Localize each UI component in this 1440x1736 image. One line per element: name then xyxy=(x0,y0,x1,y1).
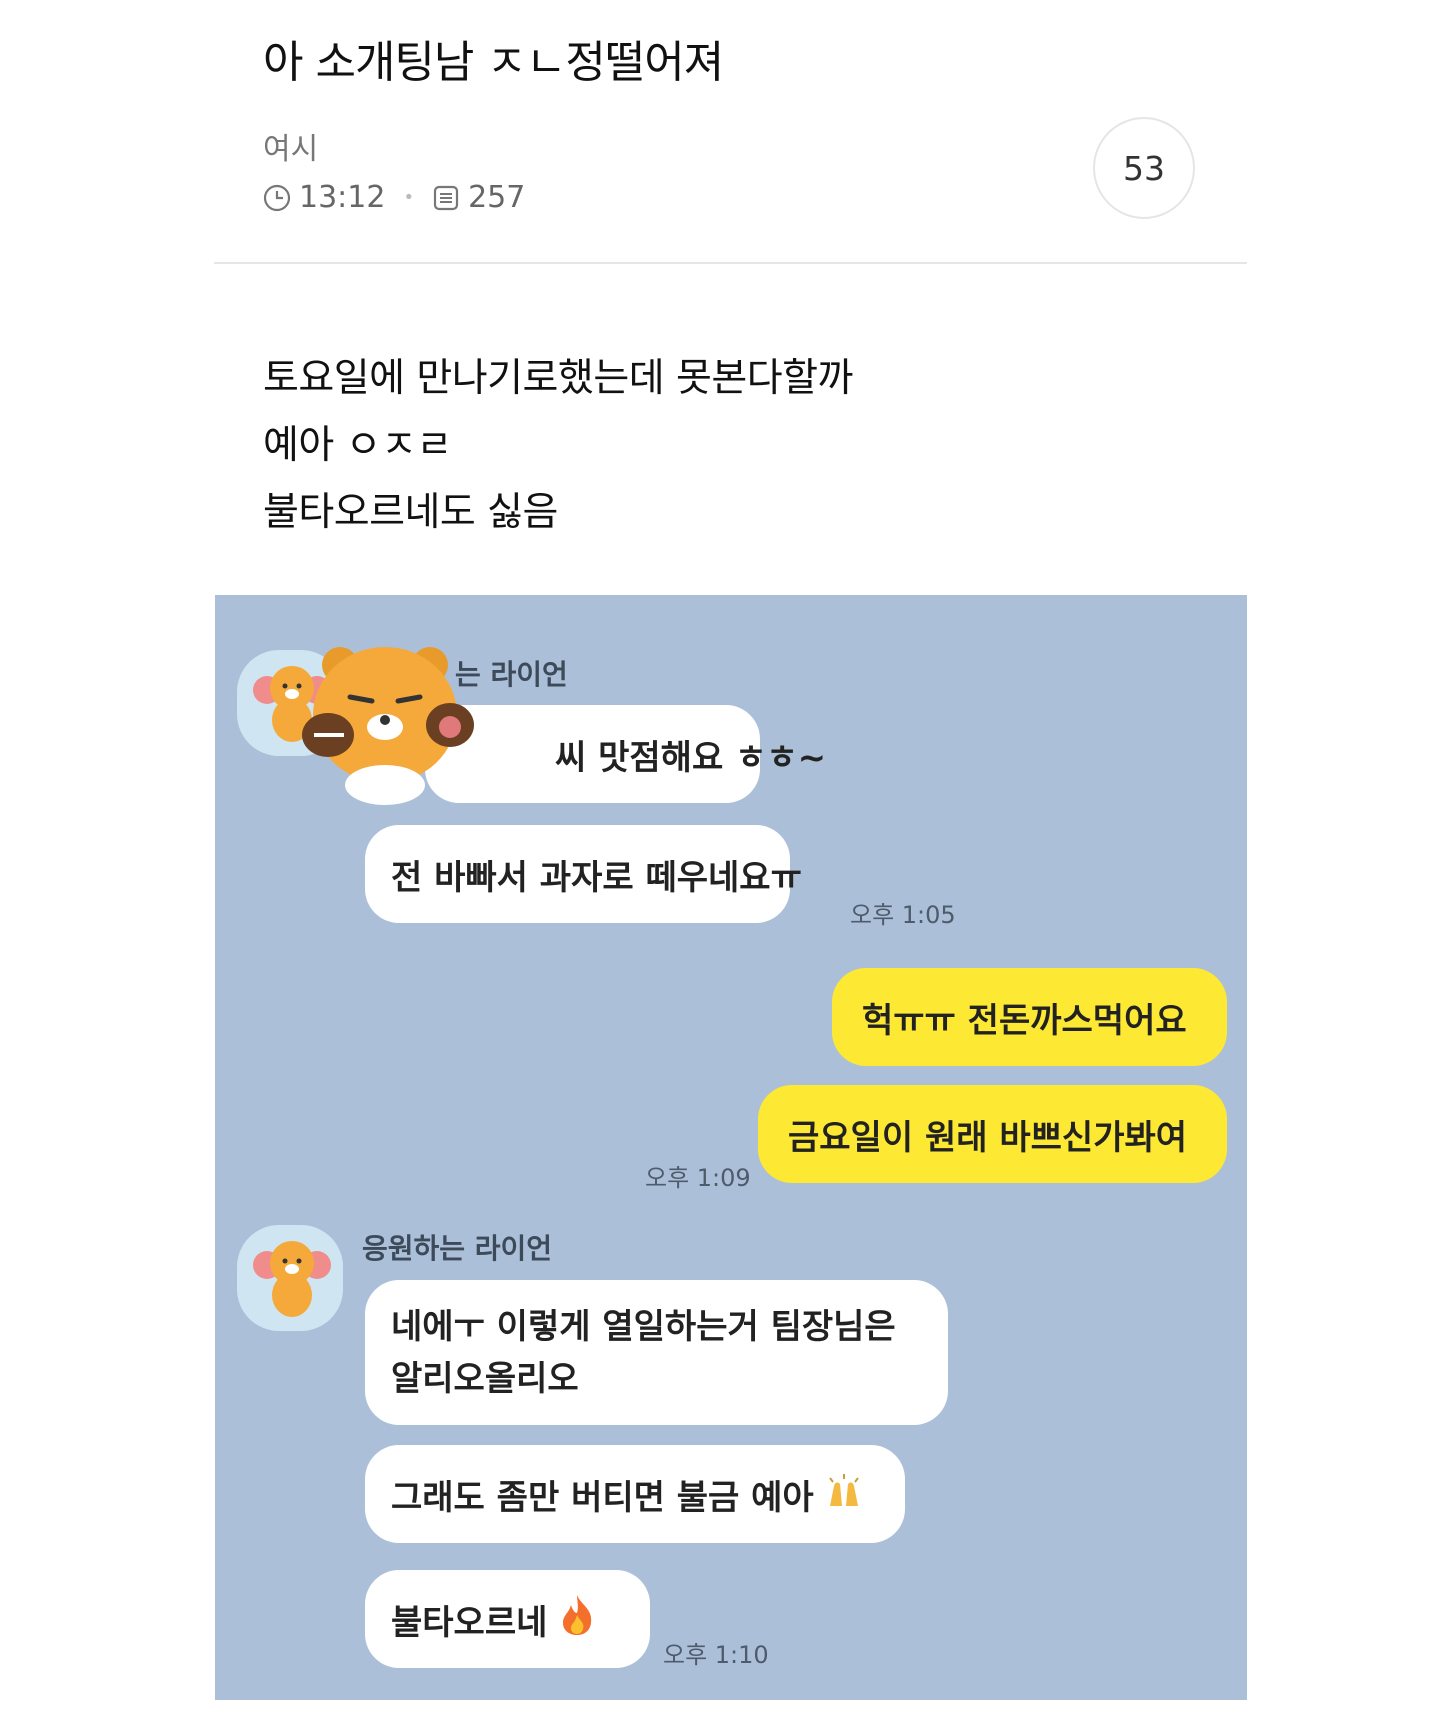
sender-name: 응원하는 라이언 xyxy=(362,1232,553,1265)
post-meta: 13:12 • 257 xyxy=(263,180,525,215)
message-text: 그래도 좀만 버티면 불금 예아 xyxy=(391,1477,814,1518)
chat-bubble-received: 불타오르네 xyxy=(365,1570,650,1668)
meta-separator: • xyxy=(403,187,415,208)
post-time: 13:12 xyxy=(299,180,386,215)
clock-icon xyxy=(263,184,291,212)
chat-bubble-sent: 헉ㅠㅠ 전돈까스먹어요 xyxy=(832,968,1227,1066)
message-text: 불타오르네 xyxy=(391,1602,548,1643)
post-title: 아 소개팅남 ㅈㄴ정떨어져 xyxy=(263,37,724,88)
chat-screenshot: 는 라이언 씨 맛점해요 ㅎㅎ~ 전 바빠서 과자로 떼우네요ㅠ 오후 1:05… xyxy=(215,595,1247,1700)
lion-character-avatar-icon xyxy=(237,1225,343,1331)
body-line: 토요일에 만나기로했는데 못본다할까 xyxy=(263,356,853,401)
post-body: 토요일에 만나기로했는데 못본다할까 예아 ㅇㅈㄹ 불타오르네도 싫음 xyxy=(263,345,853,546)
message-time: 오후 1:10 xyxy=(663,1641,769,1669)
chat-bubble-received: 전 바빠서 과자로 떼우네요ㅠ xyxy=(365,825,802,923)
body-line: 불타오르네도 싫음 xyxy=(263,490,558,535)
post-author[interactable]: 여시 xyxy=(263,124,318,168)
body-line: 예아 ㅇㅈㄹ xyxy=(263,423,452,468)
message-time: 오후 1:09 xyxy=(645,1164,751,1192)
chat-bubble-sent: 금요일이 원래 바쁘신가봐여 xyxy=(758,1085,1227,1183)
message-time: 오후 1:05 xyxy=(850,901,956,929)
raising-hands-emoji-icon xyxy=(824,1470,864,1519)
lion-sticker-icon xyxy=(300,635,480,805)
comment-count-button[interactable]: 53 xyxy=(1093,117,1195,219)
divider xyxy=(214,262,1247,264)
views-icon xyxy=(432,184,460,212)
post-views: 257 xyxy=(468,180,526,215)
fire-emoji-icon xyxy=(557,1593,597,1646)
chat-bubble-received: 그래도 좀만 버티면 불금 예아 xyxy=(365,1445,905,1543)
chat-bubble-received: 네에ㅜ 이렇게 열일하는거 팀장님은 알리오올리오 xyxy=(365,1280,948,1425)
